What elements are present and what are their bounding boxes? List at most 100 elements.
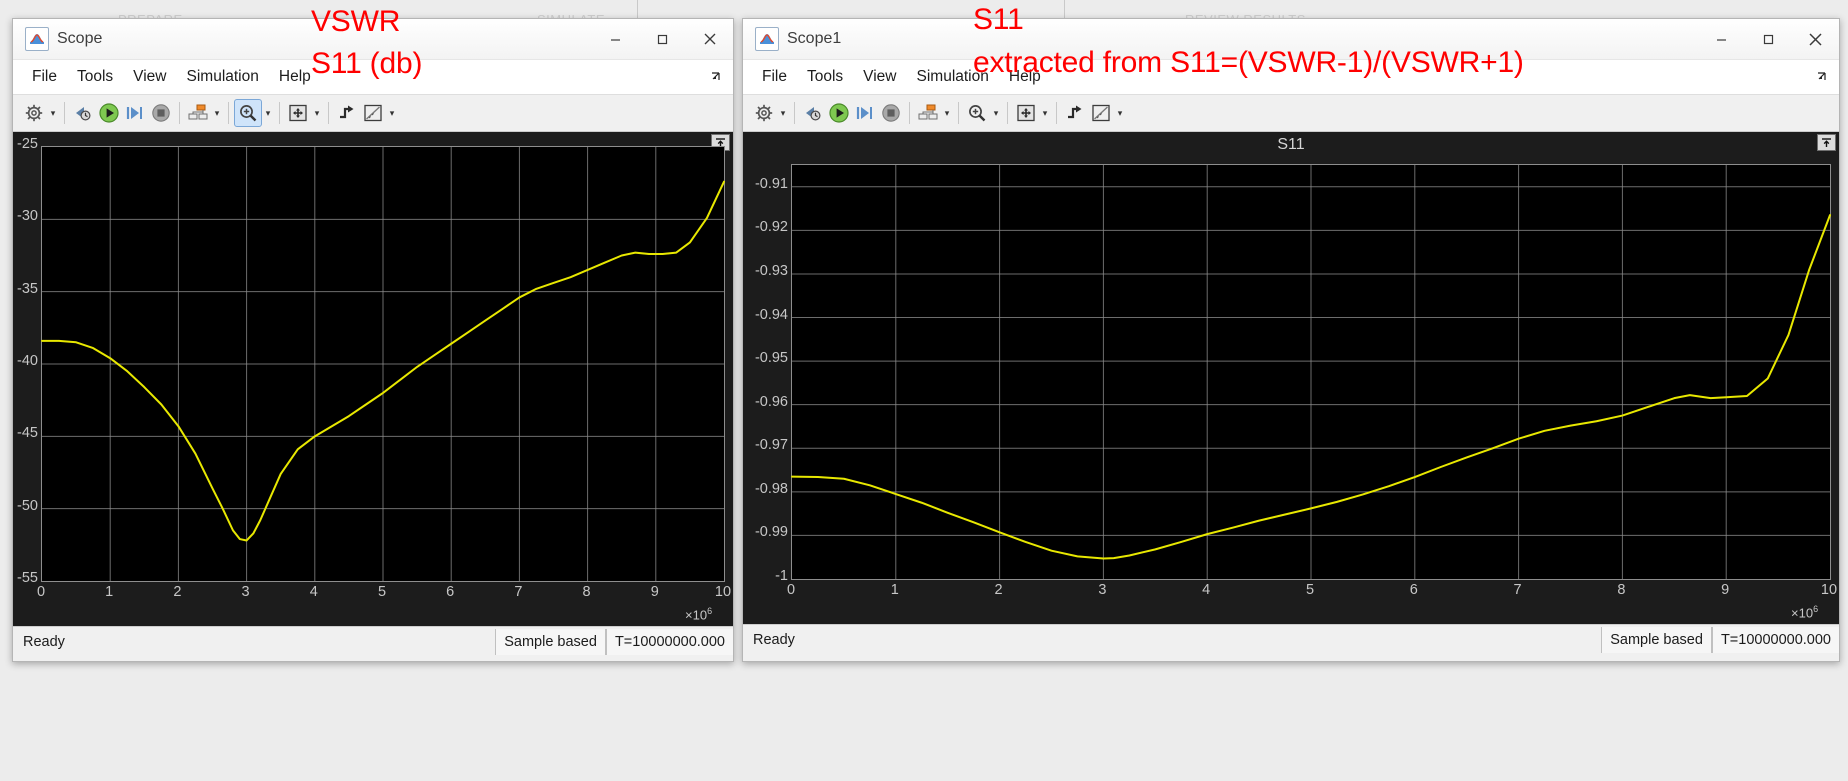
zoom-in-icon[interactable] xyxy=(234,99,262,127)
stop-icon[interactable] xyxy=(878,100,904,126)
autoscale-dropdown-caret[interactable]: ▾ xyxy=(311,100,323,126)
scope-axes[interactable] xyxy=(41,146,725,582)
x-tick-label: 9 xyxy=(1721,582,1730,598)
menu-view[interactable]: View xyxy=(854,68,905,86)
y-tick-label: -0.94 xyxy=(754,306,788,323)
scope-status-state: Ready xyxy=(23,634,65,650)
scope1-toolbar[interactable]: ▾ ▾ ▾ ▾ ▾ xyxy=(743,95,1839,132)
menu-file[interactable]: File xyxy=(753,68,796,86)
layout-icon[interactable] xyxy=(915,100,941,126)
step-forward-icon[interactable] xyxy=(122,100,148,126)
scope1-status-state: Ready xyxy=(753,632,795,648)
layout-icon[interactable] xyxy=(185,100,211,126)
cursor-dropdown-caret[interactable]: ▾ xyxy=(386,100,398,126)
scope1-status-time: T=10000000.000 xyxy=(1711,627,1839,653)
annotation-s11: S11 xyxy=(973,3,1024,36)
maximize-button[interactable] xyxy=(1745,19,1792,59)
annotation-s11-formula: extracted from S11=(VSWR-1)/(VSWR+1) xyxy=(973,46,1524,79)
zoom-dropdown-caret[interactable]: ▾ xyxy=(990,100,1002,126)
scope1-statusbar: Ready Sample based T=10000000.000 xyxy=(743,624,1839,655)
minimize-button[interactable] xyxy=(592,19,639,59)
scope-toolbar[interactable]: ▾ ▾ ▾ ▾ ▾ xyxy=(13,95,733,132)
y-tick-label: -25 xyxy=(17,136,38,152)
x-tick-label: 6 xyxy=(1409,582,1418,598)
toolbar-separator xyxy=(958,102,959,124)
autoscale-dropdown-caret[interactable]: ▾ xyxy=(1039,100,1051,126)
scope1-window[interactable]: Scope1 File Tools View Simulation Help ▾ xyxy=(742,18,1840,662)
cursor-dropdown-caret[interactable]: ▾ xyxy=(1114,100,1126,126)
menu-tools[interactable]: Tools xyxy=(68,68,122,86)
scope-plot-area[interactable]: -25 -30 -35 -40 -45 -50 -55 0 1 2 3 4 5 6 7 8 9 10 ×106 xyxy=(13,132,733,626)
menu-overflow-icon[interactable] xyxy=(710,70,723,86)
scope1-status-mode: Sample based xyxy=(1601,627,1712,653)
configuration-properties-icon[interactable] xyxy=(751,100,777,126)
x-tick-label: 3 xyxy=(241,584,250,600)
scope1-plot-title: S11 xyxy=(1277,136,1305,153)
autoscale-icon[interactable] xyxy=(285,100,311,126)
x-tick-label: 10 xyxy=(1820,582,1838,598)
scope1-axes[interactable] xyxy=(791,164,1831,580)
y-tick-label: -40 xyxy=(17,353,38,369)
zoom-dropdown-caret[interactable]: ▾ xyxy=(262,100,274,126)
layout-dropdown-caret[interactable]: ▾ xyxy=(941,100,953,126)
x-tick-label: 8 xyxy=(1617,582,1626,598)
toolbar-separator xyxy=(228,102,229,124)
scope1-plot-area[interactable]: S11 -0.91 -0.92 -0.93 -0.94 -0.95 -0.96 -0.97 -… xyxy=(743,132,1839,624)
close-button[interactable] xyxy=(686,19,733,59)
y-tick-label: -0.97 xyxy=(754,437,788,454)
toolbar-separator xyxy=(909,102,910,124)
scope-window[interactable]: Scope File Tools View Simulation Help ▾ xyxy=(12,18,734,662)
run-back-to-start-icon[interactable] xyxy=(800,100,826,126)
scope1-x-axis-multiplier: ×106 xyxy=(1791,604,1819,621)
x-tick-label: 3 xyxy=(1098,582,1107,598)
scope-window-controls[interactable] xyxy=(592,19,733,59)
scope1-window-controls[interactable] xyxy=(1698,19,1839,59)
x-tick-label: 4 xyxy=(309,584,318,600)
x-tick-label: 1 xyxy=(890,582,899,598)
minimize-button[interactable] xyxy=(1698,19,1745,59)
close-button[interactable] xyxy=(1792,19,1839,59)
configuration-dropdown-caret[interactable]: ▾ xyxy=(777,100,789,126)
stop-icon[interactable] xyxy=(148,100,174,126)
toolbar-separator xyxy=(794,102,795,124)
configuration-dropdown-caret[interactable]: ▾ xyxy=(47,100,59,126)
scope-statusbar: Ready Sample based T=10000000.000 xyxy=(13,626,733,657)
cursor-measurements-icon[interactable] xyxy=(1088,100,1114,126)
trigger-icon[interactable] xyxy=(1062,100,1088,126)
run-icon[interactable] xyxy=(96,100,122,126)
x-tick-label: 6 xyxy=(446,584,455,600)
x-tick-label: 5 xyxy=(1305,582,1315,598)
toolbar-separator xyxy=(64,102,65,124)
x-tick-label: 10 xyxy=(714,584,732,600)
x-tick-label: 8 xyxy=(582,584,591,600)
menu-tools[interactable]: Tools xyxy=(798,68,852,86)
toolbar-separator xyxy=(1056,102,1057,124)
run-icon[interactable] xyxy=(826,100,852,126)
scope-status-time: T=10000000.000 xyxy=(605,629,733,655)
menu-simulation[interactable]: Simulation xyxy=(178,68,268,86)
y-tick-label: -0.99 xyxy=(754,524,788,541)
menu-overflow-icon[interactable] xyxy=(1816,70,1829,86)
step-forward-icon[interactable] xyxy=(852,100,878,126)
scope1-title: Scope1 xyxy=(787,30,842,47)
menu-view[interactable]: View xyxy=(124,68,175,86)
x-tick-label: 0 xyxy=(36,584,46,600)
menu-file[interactable]: File xyxy=(23,68,66,86)
maximize-button[interactable] xyxy=(639,19,686,59)
scope-status-mode: Sample based xyxy=(495,629,606,655)
toolbar-separator xyxy=(179,102,180,124)
x-tick-label: 5 xyxy=(377,584,387,600)
toolbar-separator xyxy=(279,102,280,124)
autoscale-icon[interactable] xyxy=(1013,100,1039,126)
y-tick-label: -0.91 xyxy=(754,175,788,192)
cursor-measurements-icon[interactable] xyxy=(360,100,386,126)
y-tick-label: -0.93 xyxy=(754,262,788,279)
y-tick-label: -50 xyxy=(17,497,38,514)
scope-x-axis-multiplier: ×106 xyxy=(685,606,713,623)
layout-dropdown-caret[interactable]: ▾ xyxy=(211,100,223,126)
configuration-properties-icon[interactable] xyxy=(21,100,47,126)
x-tick-label: 2 xyxy=(173,584,182,600)
zoom-in-icon[interactable] xyxy=(964,100,990,126)
trigger-icon[interactable] xyxy=(334,100,360,126)
run-back-to-start-icon[interactable] xyxy=(70,100,96,126)
